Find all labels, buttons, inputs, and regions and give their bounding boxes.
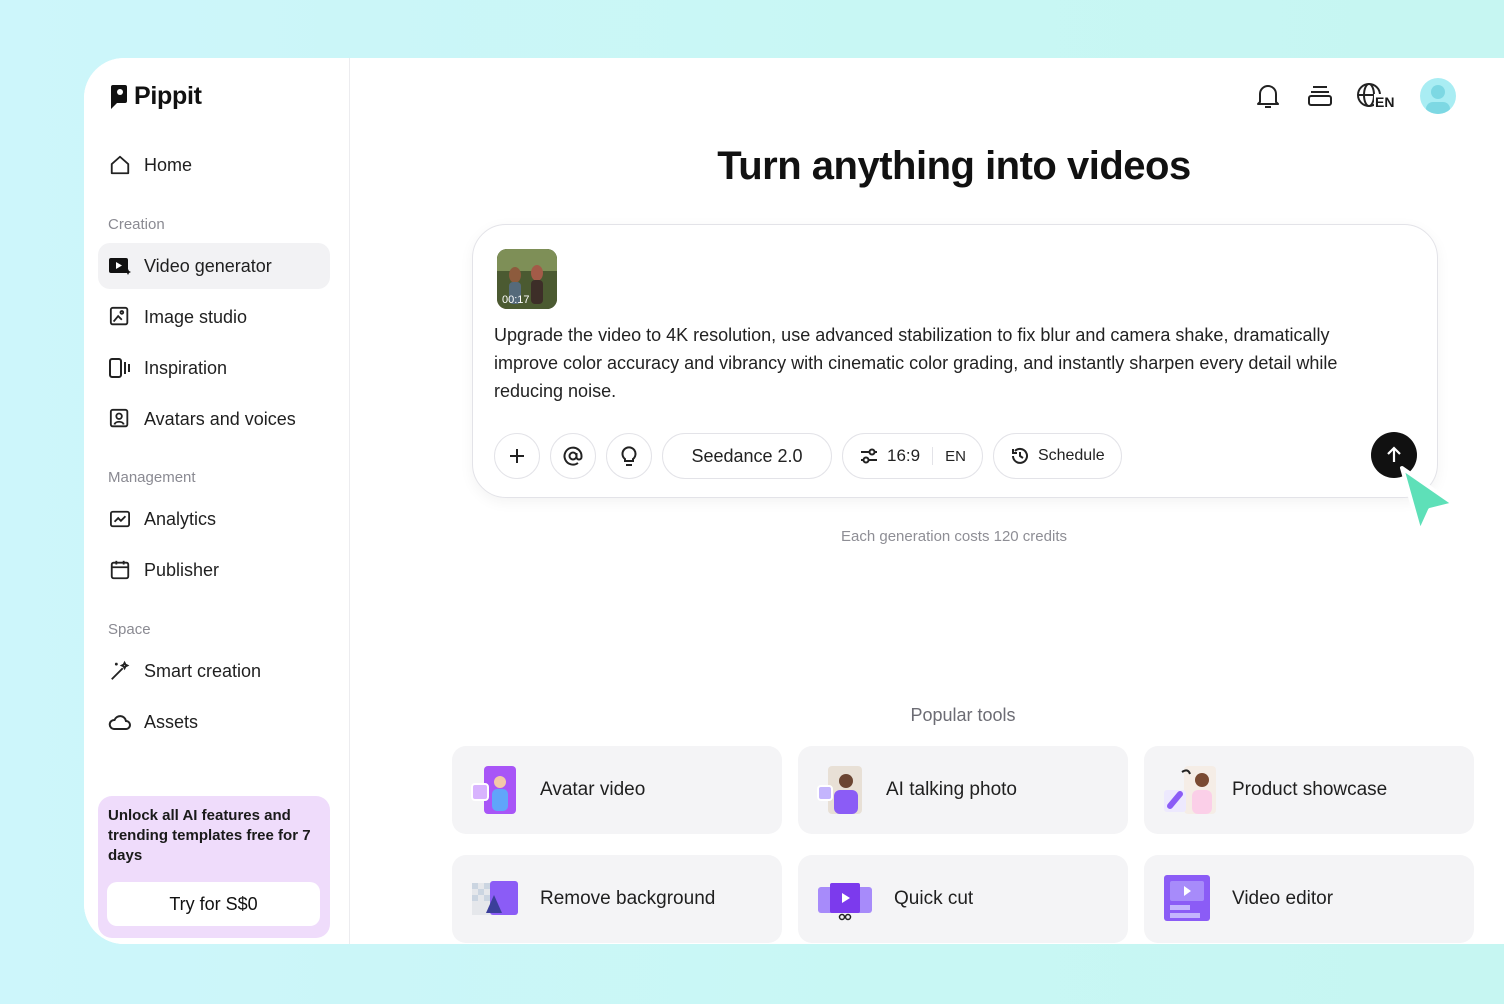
sidebar-item-label: Publisher: [144, 559, 220, 580]
cloud-icon: [108, 710, 132, 734]
quick-cut-icon: [816, 873, 874, 925]
try-free-button[interactable]: Try for S$0: [107, 882, 320, 926]
schedule-button[interactable]: Schedule: [992, 433, 1122, 479]
section-label-space: Space: [108, 621, 151, 638]
bell-icon: [1257, 85, 1279, 108]
divider: [932, 447, 934, 465]
tool-card-quick-cut[interactable]: Quick cut: [798, 855, 1128, 943]
tool-card-ai-talking-photo[interactable]: AI talking photo: [798, 746, 1128, 834]
sidebar-item-label: Smart creation: [144, 660, 262, 681]
sidebar-item-video-generator[interactable]: Video generator: [98, 243, 330, 289]
video-settings-button[interactable]: 16:9 EN: [842, 433, 983, 479]
sidebar: Pippit Home Creation Video generator Ima…: [84, 58, 350, 944]
product-showcase-icon: [1162, 764, 1216, 816]
model-label: Seedance 2.0: [691, 445, 803, 466]
inspiration-button[interactable]: [606, 433, 652, 479]
composer-toolbar: Seedance 2.0 16:9 EN Schedule: [494, 433, 1122, 479]
lightbulb-icon: [621, 446, 637, 466]
talking-photo-icon: [816, 764, 866, 816]
at-sign-icon: [563, 446, 583, 466]
app-window: Pippit Home Creation Video generator Ima…: [84, 58, 1504, 944]
tool-card-remove-background[interactable]: Remove background: [452, 855, 782, 943]
sidebar-item-label: Avatars and voices: [144, 408, 296, 429]
user-avatar[interactable]: [1420, 78, 1456, 114]
top-right-toolbar: EN: [1252, 78, 1456, 114]
sidebar-item-analytics[interactable]: Analytics: [98, 496, 330, 542]
video-duration: 00:17: [502, 294, 530, 306]
sliders-icon: [861, 448, 877, 464]
video-generator-icon: [108, 254, 132, 278]
promo-text: Unlock all AI features and trending temp…: [108, 807, 311, 864]
home-icon: [108, 153, 132, 177]
avatar-video-icon: [470, 764, 520, 816]
tool-label: Avatar video: [540, 779, 646, 800]
image-studio-icon: [108, 305, 132, 329]
tool-label: Video editor: [1232, 888, 1334, 909]
tool-card-product-showcase[interactable]: Product showcase: [1144, 746, 1474, 834]
sidebar-item-inspiration[interactable]: Inspiration: [98, 345, 330, 391]
prompt-composer: 00:17 Upgrade the video to 4K resolution…: [472, 224, 1438, 498]
avatar-icon: [108, 407, 132, 431]
popular-tools-title: Popular tools: [910, 705, 1016, 725]
tool-card-avatar-video[interactable]: Avatar video: [452, 746, 782, 834]
inspiration-icon: [108, 356, 132, 380]
clock-history-icon: [1011, 447, 1028, 464]
sidebar-item-label: Video generator: [144, 255, 272, 276]
credits-note: Each generation costs 120 credits: [841, 528, 1067, 545]
tool-label: Product showcase: [1232, 779, 1388, 800]
pippit-logo-icon: [111, 84, 127, 109]
sidebar-item-label: Assets: [144, 711, 199, 732]
page-title: Turn anything into videos: [717, 144, 1191, 188]
tool-label: AI talking photo: [886, 779, 1017, 800]
tool-card-video-editor[interactable]: Video editor: [1144, 855, 1474, 943]
sidebar-item-image-studio[interactable]: Image studio: [98, 294, 330, 340]
tool-label: Remove background: [540, 888, 716, 909]
brand-name: Pippit: [134, 82, 202, 110]
logo[interactable]: Pippit: [108, 82, 202, 111]
remove-background-icon: [470, 873, 520, 925]
sidebar-item-label: Inspiration: [144, 357, 228, 378]
sidebar-item-label: Home: [144, 154, 193, 175]
aspect-ratio-label: 16:9: [887, 446, 921, 465]
video-editor-icon: [1162, 873, 1212, 925]
mention-button[interactable]: [550, 433, 596, 479]
language-badge: EN: [1374, 94, 1396, 110]
language-button[interactable]: EN: [1356, 80, 1396, 112]
notifications-button[interactable]: [1252, 80, 1284, 112]
pointer-cursor-icon: [1400, 466, 1456, 534]
sidebar-item-smart-creation[interactable]: Smart creation: [98, 648, 330, 694]
sidebar-item-avatars-and-voices[interactable]: Avatars and voices: [98, 396, 330, 442]
subscriptions-button[interactable]: [1304, 80, 1336, 112]
sidebar-item-label: Analytics: [144, 508, 217, 529]
section-label-creation: Creation: [108, 216, 165, 233]
magic-wand-icon: [108, 659, 132, 683]
arrow-up-icon: [1387, 446, 1401, 462]
language-label: EN: [945, 447, 966, 465]
sidebar-item-home[interactable]: Home: [98, 142, 330, 188]
add-attachment-button[interactable]: [494, 433, 540, 479]
sidebar-item-assets[interactable]: Assets: [98, 699, 330, 745]
stack-icon: [1308, 86, 1332, 106]
attached-video-thumbnail[interactable]: 00:17: [497, 249, 557, 309]
schedule-label: Schedule: [1037, 447, 1105, 464]
section-label-management: Management: [108, 469, 196, 486]
sidebar-item-publisher[interactable]: Publisher: [98, 547, 330, 593]
prompt-input[interactable]: Upgrade the video to 4K resolution, use …: [494, 321, 1394, 405]
promo-card: Unlock all AI features and trending temp…: [98, 796, 330, 938]
user-icon: [1426, 85, 1450, 114]
model-selector[interactable]: Seedance 2.0: [662, 433, 832, 479]
plus-icon: [510, 449, 524, 463]
calendar-icon: [108, 558, 132, 582]
analytics-icon: [108, 507, 132, 531]
sidebar-item-label: Image studio: [144, 306, 248, 327]
tool-label: Quick cut: [894, 888, 974, 909]
